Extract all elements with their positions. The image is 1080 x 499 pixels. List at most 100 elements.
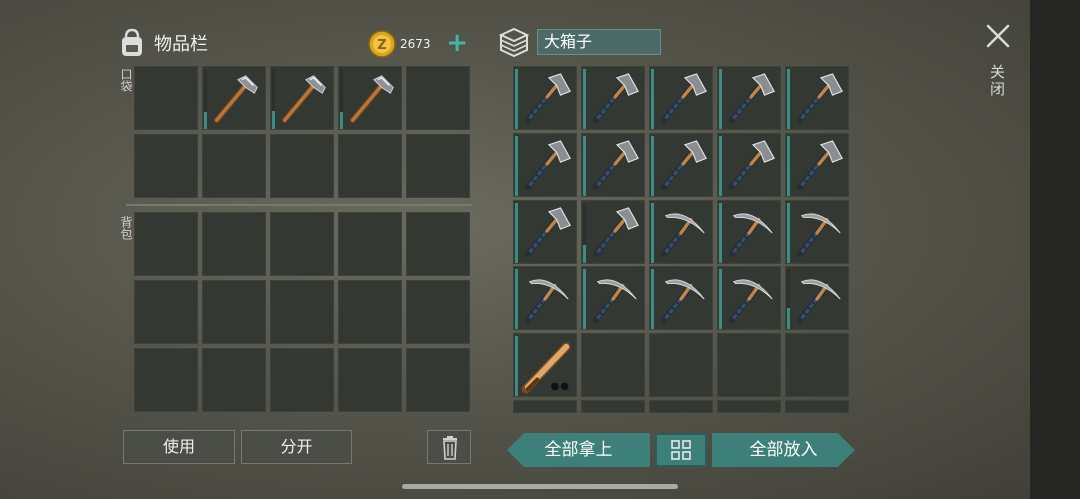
container-slot[interactable] [513, 66, 577, 130]
container-slot[interactable] [717, 133, 781, 197]
container-slot[interactable] [649, 266, 713, 330]
container-slot[interactable] [581, 333, 645, 397]
axe-icon [660, 140, 707, 191]
backpack-slot[interactable] [406, 280, 470, 344]
axe-icon [524, 140, 571, 191]
sort-grid-button[interactable] [655, 433, 707, 467]
durability-bar [787, 269, 790, 329]
close-icon[interactable] [984, 22, 1012, 50]
container-slot[interactable] [513, 133, 577, 197]
backpack-slot[interactable] [338, 212, 402, 276]
container-slot[interactable] [785, 266, 849, 330]
container-slot[interactable] [513, 200, 577, 264]
pocket-slot[interactable] [134, 134, 198, 198]
inventory-title: 物品栏 [154, 34, 208, 55]
container-slot[interactable] [717, 400, 781, 413]
container-slot[interactable] [717, 333, 781, 397]
pickaxe-icon [592, 279, 637, 324]
container-slot[interactable] [581, 200, 645, 264]
pocket-slot[interactable] [270, 66, 334, 130]
container-slot[interactable] [581, 266, 645, 330]
container-slot[interactable]: ●● [513, 333, 577, 397]
pickaxe-icon [660, 279, 705, 324]
durability-bar [583, 136, 586, 196]
hammer-icon [281, 75, 326, 124]
durability-bar [204, 69, 207, 129]
backpack-slot[interactable] [270, 348, 334, 412]
pocket-slot[interactable] [406, 66, 470, 130]
backpack-slot[interactable] [134, 348, 198, 412]
durability-bar [719, 203, 722, 263]
backpack-slot[interactable] [202, 212, 266, 276]
durability-bar [651, 69, 654, 129]
backpack-slot[interactable] [406, 348, 470, 412]
use-button[interactable]: 使用 [123, 430, 235, 464]
backpack-slot[interactable] [202, 280, 266, 344]
section-divider [126, 204, 472, 206]
durability-bar [651, 269, 654, 329]
pocket-slot[interactable] [202, 66, 266, 130]
container-slot[interactable] [717, 266, 781, 330]
backpack-slot[interactable] [338, 280, 402, 344]
container-slot[interactable] [649, 66, 713, 130]
close-label[interactable]: 关闭 [986, 64, 1008, 98]
container-slot[interactable] [785, 400, 849, 413]
hammer-icon [213, 75, 258, 124]
pickaxe-icon [728, 279, 773, 324]
durability-bar [719, 136, 722, 196]
durability-bar [515, 69, 518, 129]
container-slot[interactable] [717, 66, 781, 130]
pocket-slot[interactable] [338, 134, 402, 198]
backpack-slot[interactable] [134, 280, 198, 344]
axe-icon [796, 73, 843, 124]
backpack-slot[interactable] [202, 348, 266, 412]
container-slot[interactable] [717, 200, 781, 264]
currency-amount: 2673 [400, 37, 431, 51]
container-slot[interactable] [649, 400, 713, 413]
durability-bar [515, 203, 518, 263]
container-slot[interactable] [581, 133, 645, 197]
container-slot[interactable] [581, 400, 645, 413]
durability-bar [787, 69, 790, 129]
pocket-slot[interactable] [202, 134, 266, 198]
backpack-slot[interactable] [338, 348, 402, 412]
put-all-button[interactable]: 全部放入 [712, 433, 855, 467]
axe-icon [592, 207, 639, 258]
durability-bar [719, 269, 722, 329]
backpack-slot[interactable] [270, 280, 334, 344]
split-button[interactable]: 分开 [241, 430, 352, 464]
durability-bar [515, 136, 518, 196]
container-header: 大箱子 [497, 26, 661, 58]
pickaxe-icon [796, 279, 841, 324]
pocket-slot[interactable] [338, 66, 402, 130]
ammo-indicator: ●● [550, 381, 570, 392]
durability-bar [515, 269, 518, 329]
inventory-header: 物品栏 [116, 25, 208, 61]
pocket-slot[interactable] [270, 134, 334, 198]
pocket-slot[interactable] [406, 134, 470, 198]
container-slot[interactable] [513, 266, 577, 330]
axe-icon [728, 73, 775, 124]
container-slot[interactable] [785, 333, 849, 397]
trash-button[interactable] [427, 430, 471, 464]
container-slot[interactable] [785, 200, 849, 264]
backpack-slot[interactable] [406, 212, 470, 276]
durability-bar [340, 69, 343, 129]
currency-display: Z 2673 + [368, 28, 472, 58]
container-slot[interactable] [785, 133, 849, 197]
container-slot[interactable] [649, 133, 713, 197]
pickaxe-icon [524, 279, 569, 324]
container-slot[interactable] [649, 200, 713, 264]
backpack-slot[interactable] [134, 212, 198, 276]
take-all-button[interactable]: 全部拿上 [507, 433, 650, 467]
container-slot[interactable] [649, 333, 713, 397]
container-slot[interactable] [785, 66, 849, 130]
add-currency-button[interactable]: + [446, 28, 468, 58]
crate-icon [498, 27, 530, 58]
pocket-slot[interactable] [134, 66, 198, 130]
container-slot[interactable] [581, 66, 645, 130]
backpack-label: 背包 [119, 216, 133, 240]
backpack-slot[interactable] [270, 212, 334, 276]
durability-bar [651, 203, 654, 263]
container-slot[interactable] [513, 400, 577, 413]
